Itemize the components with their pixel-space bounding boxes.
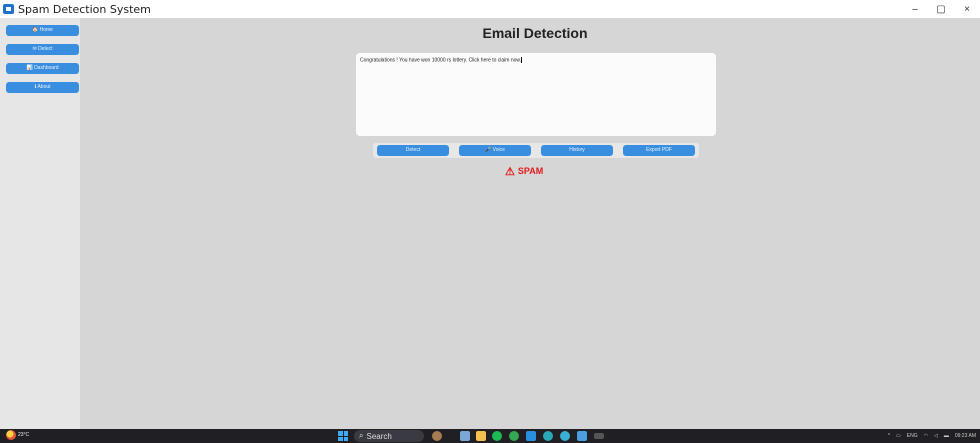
app-icon <box>3 4 14 14</box>
system-tray: ^ ▭ ENG ◠ ◁ ▬ 09:23 AM <box>882 430 976 442</box>
wifi-icon[interactable]: ◠ <box>924 433 928 439</box>
taskbar-app-icon[interactable] <box>460 431 470 441</box>
page-title: Email Detection <box>482 25 588 41</box>
taskbar-app-icon[interactable] <box>577 431 587 441</box>
action-bar: Detect 🎤 Voice History Export PDF <box>373 143 699 158</box>
battery-icon[interactable]: ▬ <box>944 433 949 439</box>
search-placeholder: Search <box>366 431 392 441</box>
history-button[interactable]: History <box>541 145 613 156</box>
sidebar-item-dashboard[interactable]: 📊 Dashboard <box>6 63 79 74</box>
sidebar-item-about[interactable]: ℹ About <box>6 82 79 93</box>
email-input[interactable]: Congratulations ! You have won 10000 rs … <box>356 53 716 136</box>
code-editor-icon[interactable] <box>526 431 536 441</box>
maximize-button[interactable]: ▢ <box>928 4 954 15</box>
taskbar-app-icon[interactable] <box>432 431 442 441</box>
clock[interactable]: 09:23 AM <box>955 433 976 439</box>
browser-icon[interactable] <box>543 431 553 441</box>
title-bar: Spam Detection System – ▢ × <box>0 0 980 18</box>
taskbar-app-icon[interactable] <box>594 433 604 439</box>
search-icon: ⌕ <box>359 431 364 440</box>
detection-result: ⚠ SPAM <box>505 165 544 178</box>
keyboard-icon[interactable]: ▭ <box>896 433 901 439</box>
windows-start-icon[interactable] <box>338 431 348 441</box>
folder-icon[interactable] <box>476 431 486 441</box>
sidebar-item-home[interactable]: 🏠 Home <box>6 25 79 36</box>
taskbar-search[interactable]: ⌕ Search <box>354 430 424 442</box>
temperature: 23°C <box>18 432 30 438</box>
taskbar-app-icon[interactable] <box>492 431 502 441</box>
warning-icon: ⚠ <box>505 165 515 178</box>
window-title: Spam Detection System <box>18 2 151 16</box>
export-pdf-button[interactable]: Export PDF <box>623 145 695 156</box>
volume-icon[interactable]: ◁ <box>934 433 938 439</box>
close-button[interactable]: × <box>954 4 980 15</box>
browser-icon[interactable] <box>509 431 519 441</box>
sidebar: 🏠 Home ✉ Detect 📊 Dashboard ℹ About <box>0 18 80 429</box>
weather-icon <box>6 430 16 440</box>
window-controls: – ▢ × <box>902 0 980 18</box>
weather-widget[interactable]: 23°C <box>6 430 29 440</box>
chevron-up-icon[interactable]: ^ <box>888 433 890 439</box>
minimize-button[interactable]: – <box>902 4 928 15</box>
language-indicator[interactable]: ENG <box>907 433 918 439</box>
detect-button[interactable]: Detect <box>377 145 449 156</box>
text-caret <box>521 57 523 63</box>
browser-icon[interactable] <box>560 431 570 441</box>
voice-button[interactable]: 🎤 Voice <box>459 145 531 156</box>
email-text: Congratulations ! You have won 10000 rs … <box>360 57 522 64</box>
result-label: SPAM <box>517 166 544 176</box>
sidebar-item-detect[interactable]: ✉ Detect <box>6 44 79 55</box>
taskbar: 23°C ⌕ Search ^ ▭ ENG ◠ ◁ ▬ 09:23 AM <box>0 429 980 443</box>
